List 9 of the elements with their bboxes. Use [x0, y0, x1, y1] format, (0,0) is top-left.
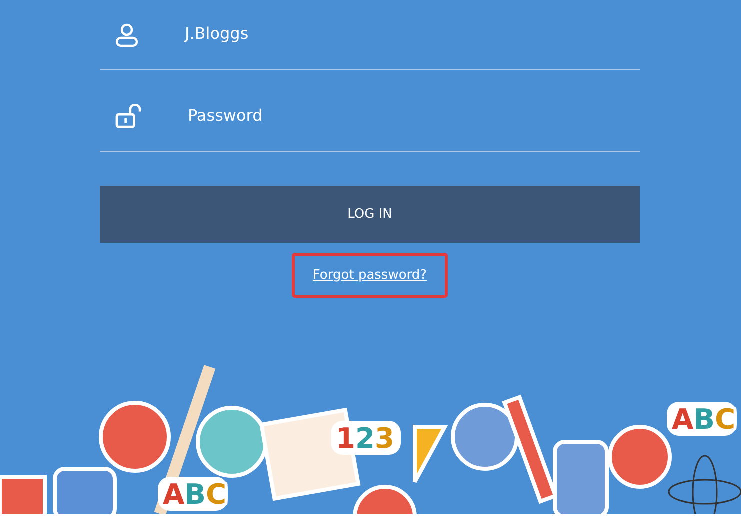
forgot-password-link[interactable]: Forgot password?: [292, 253, 448, 298]
letter-sticker: 123: [331, 421, 401, 455]
password-field[interactable]: Password: [184, 101, 640, 132]
letter-sticker: ABC: [158, 477, 228, 511]
letter-sticker: ABC: [667, 402, 737, 436]
login-button[interactable]: LOG IN: [100, 186, 640, 243]
username-field[interactable]: J.Bloggs: [181, 19, 640, 50]
user-icon: [115, 22, 139, 48]
unlocked-padlock-icon: [115, 104, 142, 129]
